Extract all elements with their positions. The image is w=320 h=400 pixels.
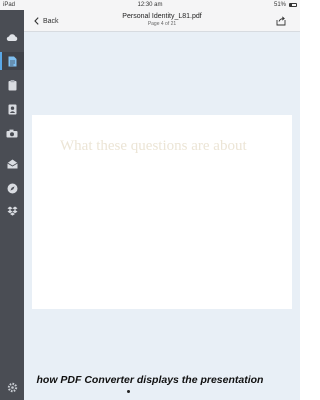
documents-icon bbox=[8, 56, 16, 66]
sidebar-item-mail[interactable] bbox=[0, 155, 24, 173]
camera-icon bbox=[6, 129, 18, 137]
status-time: 12:30 am bbox=[137, 2, 163, 8]
dropbox-icon bbox=[7, 206, 17, 216]
sidebar-item-documents[interactable] bbox=[0, 52, 24, 70]
top-bar: Back Personal Identity_L81.pdf Page 4 of… bbox=[24, 10, 300, 32]
sidebar-item-compass[interactable] bbox=[0, 179, 24, 197]
battery-percent: 51% bbox=[273, 2, 286, 8]
clipboard-icon bbox=[8, 79, 16, 90]
cloud-icon bbox=[6, 33, 18, 41]
mail-icon bbox=[6, 159, 18, 169]
status-bar: iPad 12:30 am 51% bbox=[0, 0, 300, 10]
caption: how PDF Converter displays the presentat… bbox=[36, 374, 264, 386]
contacts-icon bbox=[8, 104, 16, 114]
document-title: Personal Identity_L81.pdf bbox=[122, 13, 202, 20]
sidebar-item-camera[interactable] bbox=[0, 124, 24, 142]
document-viewer[interactable]: What these questions are about bbox=[24, 32, 300, 400]
document-title-block: Personal Identity_L81.pdf Page 4 of 21 bbox=[24, 13, 300, 28]
battery-icon bbox=[289, 3, 297, 7]
sidebar-item-cloud[interactable] bbox=[0, 28, 24, 46]
sidebar bbox=[0, 10, 24, 400]
page-heading: What these questions are about bbox=[60, 138, 247, 154]
page-indicator: Page 4 of 21 bbox=[147, 21, 177, 27]
compass-icon bbox=[7, 183, 17, 193]
share-icon[interactable] bbox=[276, 16, 286, 26]
sidebar-item-contacts[interactable] bbox=[0, 100, 24, 118]
pdf-page: What these questions are about bbox=[32, 115, 292, 309]
sidebar-item-dropbox[interactable] bbox=[0, 202, 24, 220]
active-indicator bbox=[0, 52, 2, 70]
sidebar-item-clipboard[interactable] bbox=[0, 76, 24, 94]
page-dot bbox=[127, 390, 130, 393]
